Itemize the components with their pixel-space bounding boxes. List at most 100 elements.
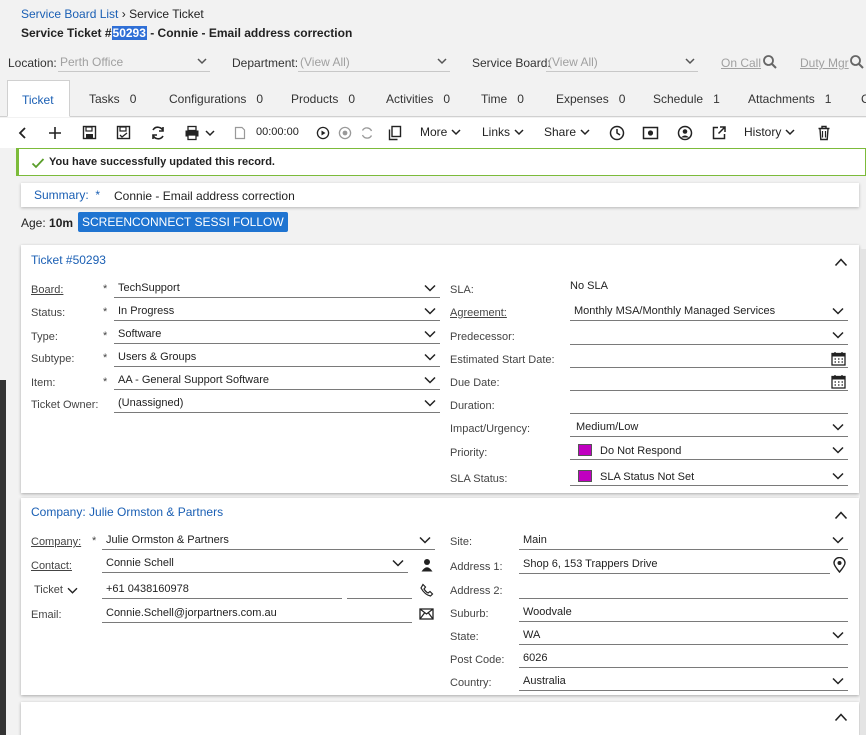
age-indicator: Age: 10m [21, 216, 73, 230]
summary-input[interactable]: Connie - Email address correction [114, 189, 295, 203]
follow-button[interactable]: FOLLOW [229, 212, 288, 232]
agreement-label[interactable]: Agreement: [450, 307, 507, 319]
subtype-value: Users & Groups [118, 351, 197, 363]
tab-attachments[interactable]: Attachments 1 [748, 80, 831, 117]
site-select[interactable]: Main [519, 532, 848, 550]
state-select[interactable]: WA [519, 627, 848, 645]
email-input[interactable]: Connie.Schell@jorpartners.com.au [102, 605, 412, 623]
tab-ticket[interactable]: Ticket [7, 80, 70, 117]
agreement-select[interactable]: Monthly MSA/Monthly Managed Services [570, 303, 848, 321]
board-select[interactable]: TechSupport [114, 280, 440, 298]
collapse-icon[interactable] [834, 257, 848, 267]
ticket-owner-select[interactable]: (Unassigned) [114, 395, 440, 413]
search-icon[interactable] [849, 54, 865, 70]
collapse-icon[interactable] [834, 510, 848, 520]
item-value: AA - General Support Software [118, 374, 270, 386]
collapse-icon[interactable] [834, 712, 848, 722]
back-icon[interactable] [16, 126, 30, 140]
calendar-icon[interactable] [831, 351, 846, 366]
more-menu[interactable]: More [420, 125, 462, 139]
estimated-start-date-input[interactable] [570, 350, 848, 368]
save-and-close-icon[interactable] [116, 125, 131, 140]
save-icon[interactable] [82, 125, 97, 140]
tab-count: 1 [824, 92, 832, 106]
user-circle-icon[interactable] [677, 125, 693, 141]
share-menu[interactable]: Share [544, 125, 591, 139]
phone-value: +61 0438160978 [106, 583, 189, 595]
chevron-down-icon [832, 536, 844, 544]
person-icon[interactable] [421, 558, 433, 572]
ticket-owner-label: Ticket Owner: [31, 399, 99, 411]
print-icon[interactable] [184, 125, 200, 141]
trash-icon[interactable] [817, 125, 831, 141]
phone-extension-input[interactable] [347, 581, 412, 599]
copy-icon[interactable] [388, 125, 402, 141]
agreement-value: Monthly MSA/Monthly Managed Services [574, 305, 776, 317]
type-select[interactable]: Software [114, 326, 440, 344]
department-select[interactable]: (View All) [298, 52, 450, 72]
tab-time[interactable]: Time 0 [481, 80, 524, 117]
chevron-down-icon[interactable] [204, 127, 216, 139]
tab-label: Products [291, 92, 339, 106]
suburb-value: Woodvale [523, 606, 572, 618]
required-marker: * [103, 352, 108, 364]
service-board-select[interactable]: (View All) [546, 52, 698, 72]
post-code-input[interactable]: 6026 [519, 650, 848, 668]
screenconnect-session-button[interactable]: SCREENCONNECT SESSION [78, 212, 252, 232]
duration-input[interactable] [570, 396, 848, 414]
stop-icon [338, 126, 352, 140]
sla-status-select[interactable]: SLA Status Not Set [570, 468, 848, 486]
screen-share-icon[interactable] [642, 125, 659, 141]
calendar-icon[interactable] [831, 374, 846, 389]
email-icon[interactable] [419, 608, 434, 620]
refresh-icon[interactable] [150, 125, 166, 141]
location-value: Perth Office [60, 55, 124, 69]
predecessor-select[interactable] [570, 327, 848, 345]
tab-bar: Ticket Tasks 0 Configurations 0 Products… [0, 80, 866, 117]
priority-select[interactable]: Do Not Respond [570, 442, 848, 460]
phone-icon[interactable] [420, 583, 434, 597]
summary-label: Summary: * [34, 188, 100, 202]
scrollbar-track[interactable] [860, 249, 866, 735]
contact-label[interactable]: Contact: [31, 560, 72, 572]
play-icon[interactable] [316, 126, 330, 140]
search-icon[interactable] [762, 54, 778, 70]
company-label[interactable]: Company: [31, 536, 81, 548]
tab-schedule[interactable]: Schedule 1 [653, 80, 720, 117]
address1-input[interactable]: Shop 6, 153 Trappers Drive [519, 556, 830, 574]
suburb-input[interactable]: Woodvale [519, 604, 848, 622]
tab-configurations[interactable]: Configurations 0 [169, 80, 263, 117]
history-menu[interactable]: History [744, 125, 796, 139]
board-value: TechSupport [118, 282, 180, 294]
phone-type-select[interactable]: Ticket [34, 584, 78, 596]
duty-mgr-link[interactable]: Duty Mgr [800, 56, 849, 70]
tab-expenses[interactable]: Expenses 0 [556, 80, 625, 117]
subtype-select[interactable]: Users & Groups [114, 349, 440, 367]
breadcrumb: Service Board List › Service Ticket [21, 7, 204, 21]
title-ticket-number: 50293 [111, 26, 147, 40]
phone-input[interactable]: +61 0438160978 [102, 581, 342, 599]
location-select[interactable]: Perth Office [58, 52, 210, 72]
links-menu[interactable]: Links [482, 125, 525, 139]
tab-overflow[interactable]: C [861, 80, 866, 117]
tab-activities[interactable]: Activities 0 [386, 80, 450, 117]
status-select[interactable]: In Progress [114, 303, 440, 321]
add-icon[interactable] [48, 126, 62, 140]
reset-icon [361, 127, 373, 139]
company-select[interactable]: Julie Ormston & Partners [102, 532, 435, 550]
impact-urgency-select[interactable]: Medium/Low [570, 419, 848, 437]
address2-input[interactable] [519, 581, 848, 599]
clock-icon[interactable] [609, 125, 625, 141]
external-link-icon[interactable] [711, 125, 727, 141]
tab-products[interactable]: Products 0 [291, 80, 355, 117]
country-select[interactable]: Australia [519, 673, 848, 691]
contact-select[interactable]: Connie Schell [102, 555, 408, 573]
due-date-input[interactable] [570, 373, 848, 391]
item-select[interactable]: AA - General Support Software [114, 372, 440, 390]
tab-tasks[interactable]: Tasks 0 [89, 80, 136, 117]
breadcrumb-service-board-list[interactable]: Service Board List [21, 7, 118, 21]
board-label[interactable]: Board: [31, 284, 63, 296]
address1-label: Address 1: [450, 561, 503, 573]
map-pin-icon[interactable] [833, 557, 846, 573]
on-call-link[interactable]: On Call [721, 56, 761, 70]
